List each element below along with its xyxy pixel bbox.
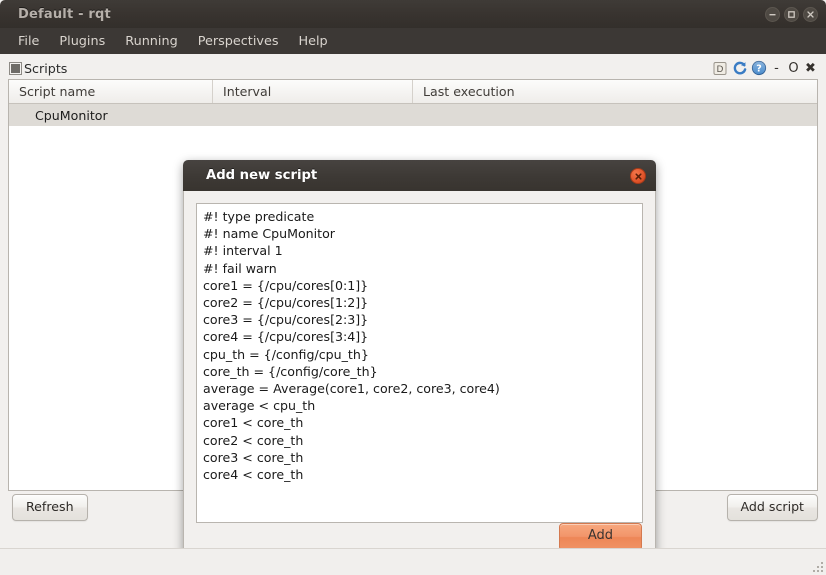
menubar: File Plugins Running Perspectives Help — [0, 28, 826, 54]
script-line: average = Average(core1, core2, core3, c… — [203, 380, 636, 397]
menu-item-running[interactable]: Running — [115, 31, 187, 52]
menu-item-help[interactable]: Help — [288, 31, 337, 52]
script-line: #! name CpuMonitor — [203, 225, 636, 242]
cell-last-execution — [413, 104, 817, 126]
close-button[interactable] — [803, 7, 818, 22]
dock-header-buttons: D — [712, 57, 818, 79]
column-header-script-name[interactable]: Script name — [9, 80, 213, 103]
script-line: core1 = {/cpu/cores[0:1]} — [203, 277, 636, 294]
script-line: #! interval 1 — [203, 242, 636, 259]
script-line: core3 < core_th — [203, 449, 636, 466]
script-line: #! type predicate — [203, 208, 636, 225]
dialog-body: #! type predicate #! name CpuMonitor #! … — [183, 191, 656, 566]
refresh-button[interactable]: Refresh — [12, 494, 88, 521]
float-panel-button[interactable]: O — [786, 62, 801, 75]
dialog-titlebar: Add new script — [183, 160, 656, 191]
script-line: core1 < core_th — [203, 414, 636, 431]
rqt-window: Default - rqt File Plugins Running Persp… — [0, 0, 826, 575]
add-new-script-dialog: Add new script #! type predicate #! name… — [183, 160, 656, 566]
dialog-close-icon[interactable] — [630, 168, 646, 184]
central-widget: Scripts D — [0, 54, 826, 575]
script-line: average < cpu_th — [203, 397, 636, 414]
cell-interval — [213, 104, 413, 126]
script-line: core_th = {/config/core_th} — [203, 363, 636, 380]
dock-title: Scripts — [24, 61, 67, 76]
window-controls — [765, 0, 818, 28]
help-icon[interactable]: ? — [750, 60, 767, 77]
dialog-title: Add new script — [206, 168, 317, 183]
table-header-row: Script name Interval Last execution — [9, 80, 817, 104]
script-editor[interactable]: #! type predicate #! name CpuMonitor #! … — [196, 203, 643, 523]
maximize-button[interactable] — [784, 7, 799, 22]
table-body: CpuMonitor — [9, 104, 817, 126]
menu-item-perspectives[interactable]: Perspectives — [188, 31, 289, 52]
column-header-last-execution[interactable]: Last execution — [413, 80, 817, 103]
menu-item-file[interactable]: File — [8, 31, 49, 52]
close-panel-button[interactable]: ✖ — [803, 62, 818, 75]
table-row[interactable]: CpuMonitor — [9, 104, 817, 126]
menu-item-plugins[interactable]: Plugins — [49, 31, 115, 52]
minimize-panel-button[interactable]: - — [769, 62, 784, 75]
script-line: core2 = {/cpu/cores[1:2]} — [203, 294, 636, 311]
window-titlebar: Default - rqt — [0, 0, 826, 28]
window-title: Default - rqt — [18, 7, 111, 22]
add-script-button[interactable]: Add script — [727, 494, 818, 521]
cell-script-name: CpuMonitor — [9, 104, 213, 126]
dialog-add-button[interactable]: Add — [559, 523, 642, 551]
dock-d-icon[interactable]: D — [712, 60, 729, 77]
reload-icon[interactable] — [731, 60, 748, 77]
script-line: core2 < core_th — [203, 432, 636, 449]
svg-text:?: ? — [756, 64, 762, 75]
resize-grip-icon[interactable] — [810, 559, 823, 572]
minimize-button[interactable] — [765, 7, 780, 22]
script-line: core4 = {/cpu/cores[3:4]} — [203, 328, 636, 345]
script-line: cpu_th = {/config/cpu_th} — [203, 346, 636, 363]
svg-text:D: D — [717, 65, 724, 75]
script-line: core4 < core_th — [203, 466, 636, 483]
statusbar — [0, 548, 826, 575]
panel-icon — [9, 62, 22, 75]
script-line: core3 = {/cpu/cores[2:3]} — [203, 311, 636, 328]
column-header-interval[interactable]: Interval — [213, 80, 413, 103]
dock-header: Scripts D — [8, 57, 818, 79]
script-line: #! fail warn — [203, 260, 636, 277]
